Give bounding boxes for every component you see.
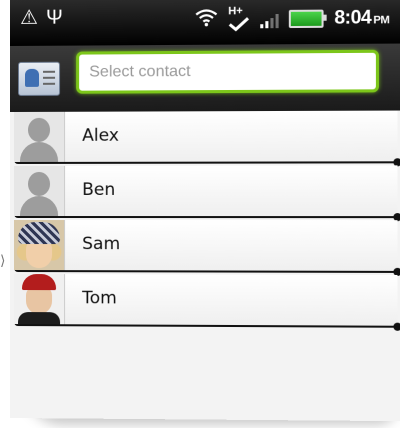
clock-time: 8:04: [334, 7, 372, 29]
pointer-arrow-icon: ⟩: [0, 252, 6, 268]
contact-photo-avatar: [13, 220, 66, 271]
contact-item-alex[interactable]: Alex: [13, 110, 398, 164]
h-plus-icon: H+: [228, 5, 250, 29]
signal-icon: [260, 10, 280, 29]
contact-item-ben[interactable]: Ben: [13, 165, 398, 219]
network-label: H+: [228, 5, 243, 18]
contact-search-bar: [10, 43, 400, 112]
default-avatar-icon: [13, 111, 66, 162]
warning-icon: ⚠: [19, 6, 38, 29]
status-left-icons: ⚠ Ψ: [19, 6, 63, 29]
wifi-icon: [196, 8, 218, 30]
status-right-icons: H+ 8:04 PM: [196, 5, 389, 31]
battery-icon: [289, 9, 325, 29]
clock-suffix: PM: [373, 14, 390, 27]
contact-name: Ben: [82, 179, 116, 200]
contact-card-icon[interactable]: [17, 61, 61, 96]
clock: 8:04 PM: [334, 7, 389, 30]
status-bar: ⚠ Ψ H+ 8:04 PM: [10, 0, 400, 46]
contact-list: Alex Ben Sam Tom: [10, 110, 400, 422]
phone-screen: ⚠ Ψ H+ 8:04 PM Select contact Alex Ben S…: [10, 0, 400, 422]
contact-name: Alex: [82, 125, 119, 146]
usb-icon: Ψ: [45, 6, 63, 29]
default-avatar-icon: [13, 165, 66, 217]
select-contact-input[interactable]: [76, 49, 379, 94]
contact-photo-avatar: [13, 274, 66, 325]
contact-name: Tom: [82, 288, 117, 309]
contact-item-sam[interactable]: Sam: [13, 220, 398, 273]
contact-name: Sam: [82, 234, 121, 255]
contact-item-tom[interactable]: Tom: [13, 274, 398, 328]
